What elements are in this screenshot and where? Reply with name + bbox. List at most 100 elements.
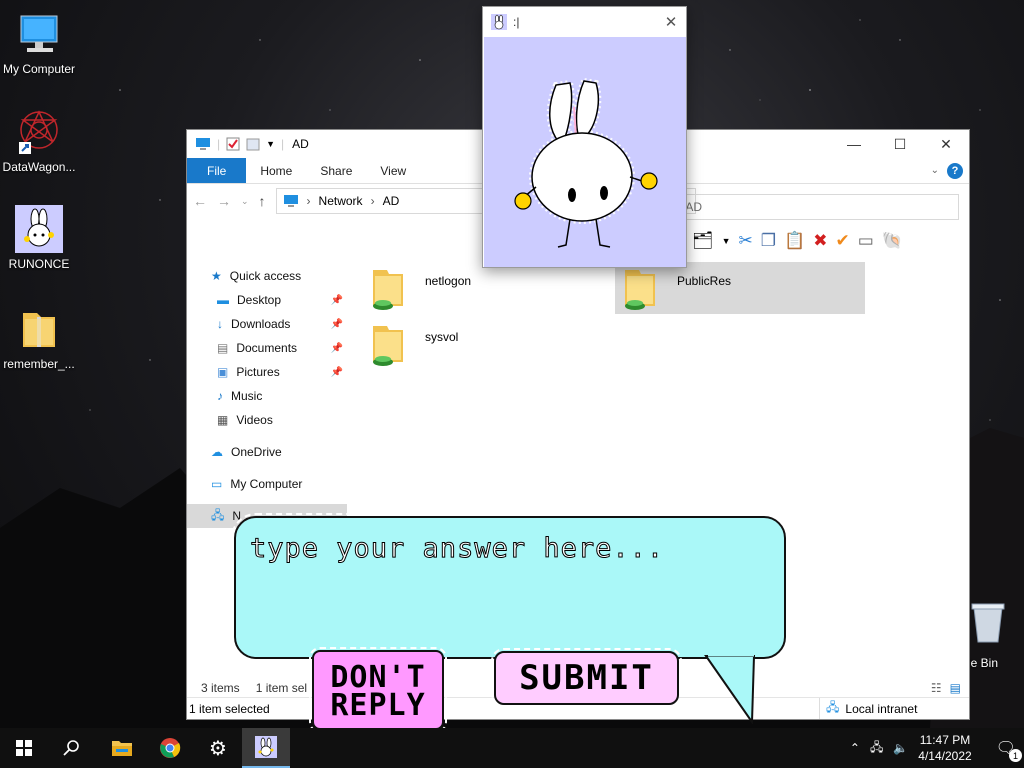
desktop-icon-label: My Computer [2,62,76,76]
search-button[interactable] [48,728,96,768]
nav-documents[interactable]: ▤ Documents 📌 [187,336,347,360]
nav-quick-access[interactable]: ★ Quick access [187,264,347,288]
file-name: sysvol [425,330,459,344]
new-folder-icon[interactable] [246,137,260,151]
network-status-icon[interactable]: 🖧 [870,738,883,759]
nav-label: Documents [236,341,298,355]
nav-downloads[interactable]: ↓ Downloads 📌 [187,312,347,336]
zip-folder-icon [15,305,63,353]
system-tray: ⌃ 🖧 🔈 11:47 PM 4/14/2022 🗨 1 [850,732,1024,764]
desktop-icon-remember[interactable]: remember_... [0,305,78,371]
taskbar-runonce[interactable] [242,728,290,768]
windows-logo-icon [16,740,32,756]
dont-reply-button[interactable]: DON'T REPLY [309,647,447,733]
properties-icon[interactable] [226,137,240,151]
search-box[interactable]: h AD [669,194,959,220]
dropdown-arrow-icon[interactable]: ▼ [722,236,731,246]
properties-dropdown-icon[interactable]: 🗂 [692,231,714,251]
desktop-icon-datawagon[interactable]: DataWagon... [0,108,78,174]
nav-onedrive[interactable]: ☁ OneDrive [187,440,347,464]
taskbar-chrome[interactable] [146,728,194,768]
nav-my-computer[interactable]: ▭ My Computer [187,472,347,496]
recent-dropdown-icon[interactable]: ⌄ [241,196,249,207]
zone-label: Local intranet [845,701,918,716]
pin-icon[interactable]: 📌 [331,343,343,354]
tab-view[interactable]: View [366,158,420,183]
taskbar-file-explorer[interactable] [98,728,146,768]
volume-icon[interactable]: 🔈 [893,741,908,755]
file-item-publicres[interactable]: PublicRes [615,262,865,314]
nav-label: My Computer [230,477,303,491]
bunny-titlebar[interactable]: :| ✕ [483,7,686,37]
pin-icon[interactable]: 📌 [331,367,343,378]
folder-icon [112,741,132,756]
maximize-button[interactable]: ☐ [877,130,923,158]
minimize-button[interactable]: — [831,130,877,158]
gear-icon: ⚙ [209,737,227,760]
shared-folder-icon [625,270,655,310]
chevron-up-icon[interactable]: ⌃ [850,741,860,755]
ribbon-expand-icon[interactable]: ⌄ [931,165,939,176]
copy-icon[interactable]: ❐ [761,231,776,251]
film-icon: ▦ [217,413,229,427]
nav-videos[interactable]: ▦ Videos [187,408,347,432]
desktop-icon-recycle-bin[interactable]: cle Bin [962,600,1024,670]
nav-pictures[interactable]: ▣ Pictures 📌 [187,360,347,384]
breadcrumb-ad[interactable]: AD [383,194,400,208]
details-view-icon[interactable]: ☷ [931,681,942,695]
tab-file[interactable]: File [187,158,247,183]
cut-icon[interactable]: ✂ [739,231,753,251]
pin-icon[interactable]: 📌 [331,295,343,306]
breadcrumb-network[interactable]: Network [319,194,363,208]
up-icon[interactable]: ↑ [259,193,266,209]
desktop-icon-my-computer[interactable]: My Computer [0,10,78,76]
chrome-icon [160,738,181,758]
help-icon[interactable]: ? [947,162,963,179]
start-button[interactable] [0,728,48,768]
nav-label: Desktop [237,293,282,307]
back-icon[interactable]: ← [193,193,207,209]
tab-home[interactable]: Home [246,158,306,183]
document-icon: ▤ [217,341,229,355]
picture-icon: ▣ [217,365,229,379]
recycle-bin-icon [968,600,1008,644]
desktop-icon-runonce[interactable]: RUNONCE [0,205,78,271]
forward-icon[interactable]: → [217,193,231,209]
pin-icon[interactable]: 📌 [331,319,343,330]
clock[interactable]: 11:47 PM 4/14/2022 [918,732,971,764]
bunny-close-button[interactable]: ✕ [656,13,686,31]
answer-input[interactable] [250,528,770,568]
delete-icon[interactable]: ✖ [813,231,827,251]
taskbar-settings[interactable]: ⚙ [194,728,242,768]
search-icon [63,740,79,756]
clock-date: 4/14/2022 [918,749,972,763]
computer-icon: ▭ [211,477,223,491]
qat-dropdown-icon[interactable]: ▼ [266,139,275,149]
desktop-icon-label: remember_... [3,357,75,371]
star-icon: ★ [211,269,222,283]
submit-button[interactable]: SUBMIT [491,648,682,708]
file-item-netlogon[interactable]: netlogon [363,262,613,314]
check-icon[interactable]: ✔ [835,231,849,251]
notification-center-button[interactable]: 🗨 1 [996,738,1022,762]
desktop-icon-label: RUNONCE [8,257,70,271]
custom-toolbar: 🗂 ▼ ✂ ❐ 📋 ✖ ✔ ▭ 🐚 [692,227,903,255]
nav-desktop[interactable]: ▬ Desktop 📌 [187,288,347,312]
nav-label: Pictures [236,365,280,379]
tab-share[interactable]: Share [306,158,366,183]
window-title: AD [292,137,309,151]
nav-label: OneDrive [231,445,282,459]
large-icons-view-icon[interactable]: ▤ [950,681,961,695]
bunny-window[interactable]: :| ✕ [482,6,687,268]
desktop-icon-label: cle Bin [962,656,999,670]
bunny-window-title: :| [513,15,520,29]
rename-icon[interactable]: ▭ [858,231,874,251]
selection-status: 1 item selected [189,701,270,716]
file-item-sysvol[interactable]: sysvol [363,318,613,370]
nav-music[interactable]: ♪ Music [187,384,347,408]
shared-folder-icon [373,326,403,366]
shell-icon[interactable]: 🐚 [882,231,903,251]
security-zone: 🖧 Local intranet [819,698,969,719]
close-button[interactable]: ✕ [923,130,969,158]
paste-icon[interactable]: 📋 [784,231,805,251]
